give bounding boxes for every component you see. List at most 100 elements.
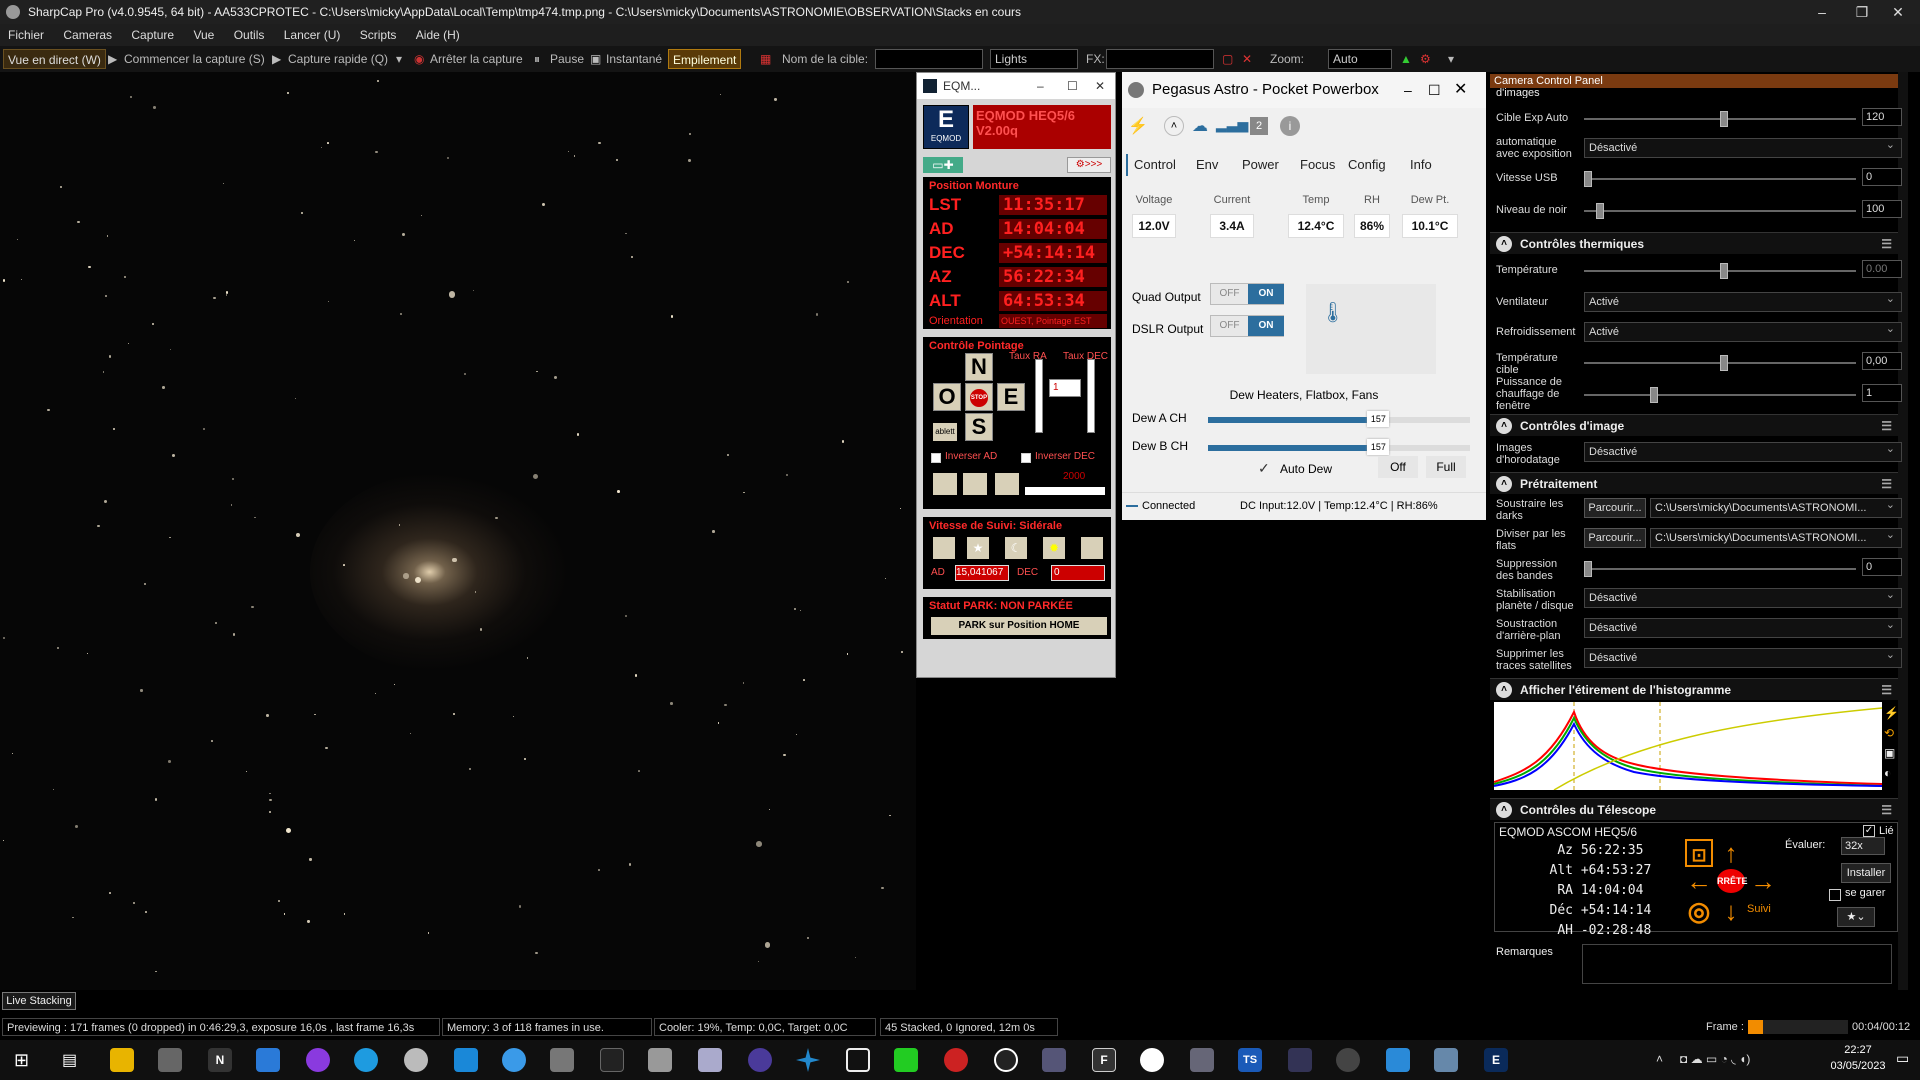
notifications-icon[interactable]: ▭ — [1896, 1050, 1909, 1067]
evaluate-select[interactable]: 32x — [1841, 837, 1885, 855]
heater-power-slider[interactable] — [1584, 387, 1856, 403]
darks-browse-button[interactable]: Parcourir... — [1584, 498, 1646, 518]
hamburger-icon[interactable]: ☰ — [1881, 679, 1892, 701]
eqmod-close-button[interactable]: ✕ — [1095, 73, 1105, 99]
crosshair-icon[interactable]: ✕ — [1242, 49, 1252, 69]
flats-browse-button[interactable]: Parcourir... — [1584, 528, 1646, 548]
black-level-value[interactable]: 100 — [1862, 200, 1902, 218]
dslr-output-toggle[interactable]: OFF ON — [1210, 315, 1284, 337]
stop-capture-button[interactable]: Arrêter la capture — [430, 49, 523, 69]
sharpcap-task-icon[interactable] — [550, 1048, 574, 1072]
menu-cameras[interactable]: Cameras — [55, 24, 120, 46]
track-label[interactable]: Suivi — [1747, 903, 1771, 915]
dropdown-arrow-icon[interactable]: ▾ — [396, 49, 402, 69]
stop-button[interactable]: STOP — [965, 383, 993, 411]
live-stacking-tab[interactable]: Live Stacking — [2, 992, 76, 1010]
star-app-icon[interactable] — [796, 1048, 820, 1072]
pegasus-close-button[interactable]: ✕ — [1454, 72, 1467, 108]
hamburger-icon[interactable]: ☰ — [1881, 799, 1892, 821]
target-name-input[interactable] — [875, 49, 983, 69]
quad-output-toggle[interactable]: OFF ON — [1210, 283, 1284, 305]
spiral-button[interactable] — [995, 473, 1019, 495]
speed-slider[interactable] — [1025, 487, 1105, 495]
clock-date[interactable]: 03/05/2023 — [1824, 1060, 1892, 1072]
zoom-select[interactable]: Auto — [1328, 49, 1392, 69]
histogram-chart[interactable] — [1494, 702, 1882, 790]
arrow-right-icon[interactable]: → — [1749, 867, 1777, 895]
banding-slider[interactable] — [1584, 561, 1856, 577]
tab-env[interactable]: Env — [1196, 157, 1218, 172]
weather-icon[interactable]: ☁ — [1192, 116, 1208, 136]
toolbar-more-icon[interactable]: ▾ — [1448, 49, 1454, 69]
collapse-icon[interactable]: ˄ — [1496, 682, 1512, 698]
park-checkbox[interactable] — [1829, 889, 1841, 901]
fan-select[interactable]: Activé — [1584, 290, 1902, 312]
auto-exp-target-value[interactable]: 120 — [1862, 108, 1902, 126]
banding-value[interactable]: 0 — [1862, 558, 1902, 576]
target-temp-slider[interactable] — [1584, 355, 1856, 371]
scope-stop-button[interactable]: RRÊTE — [1717, 869, 1748, 893]
start-capture-button[interactable]: Commencer la capture (S) — [124, 49, 265, 69]
app-icon-22[interactable] — [1190, 1048, 1214, 1072]
tab-info[interactable]: Info — [1410, 157, 1432, 172]
star-goto-button[interactable]: ★⌄ — [1837, 907, 1875, 927]
tray-chevron-icon[interactable]: ˄ — [1656, 1052, 1663, 1066]
live-view-button[interactable]: Vue en direct (W) — [3, 49, 106, 69]
stacking-button[interactable]: Empilement — [668, 49, 742, 69]
save-icon[interactable]: ▣ — [1884, 746, 1895, 760]
arrow-up-icon[interactable]: ↑ — [1717, 839, 1745, 867]
target-temp-thumb[interactable] — [1720, 355, 1728, 371]
app-icon-12[interactable] — [698, 1048, 722, 1072]
menu-aide[interactable]: Aide (H) — [408, 24, 468, 46]
remarks-field[interactable] — [1582, 944, 1892, 984]
image-section-header[interactable]: ˄ Contrôles d'image ☰ — [1490, 414, 1898, 436]
tablet-button[interactable]: ablett — [933, 423, 957, 441]
menu-capture[interactable]: Capture — [123, 24, 182, 46]
stellarium-icon[interactable] — [748, 1048, 772, 1072]
file-explorer-icon[interactable] — [110, 1048, 134, 1072]
menu-lancer[interactable]: Lancer (U) — [276, 24, 349, 46]
preprocess-section-header[interactable]: ˄ Prétraitement ☰ — [1490, 472, 1898, 494]
quick-capture-button[interactable]: Capture rapide (Q) — [288, 49, 388, 69]
auto-exp-target-thumb[interactable] — [1720, 111, 1728, 127]
eqmod-maximize-button[interactable]: ☐ — [1067, 73, 1078, 99]
chevron-up-icon[interactable]: ˄ — [1164, 116, 1184, 136]
app-icon-17[interactable] — [944, 1048, 968, 1072]
heater-power-thumb[interactable] — [1650, 387, 1658, 403]
app-icon-19[interactable] — [1042, 1048, 1066, 1072]
binoculars-button[interactable] — [933, 473, 957, 495]
invert-ad-checkbox[interactable] — [931, 453, 941, 463]
rate-select[interactable]: 1 — [1049, 379, 1081, 397]
rate-ra-slider[interactable] — [1035, 359, 1043, 433]
app-icon-7[interactable] — [454, 1048, 478, 1072]
signal-icon[interactable]: ▂▃▅ — [1216, 116, 1248, 133]
linked-checkbox[interactable]: ✓ — [1863, 825, 1875, 837]
collapse-icon[interactable]: ˄ — [1496, 236, 1512, 252]
menu-scripts[interactable]: Scripts — [352, 24, 405, 46]
settings-app-icon[interactable] — [158, 1048, 182, 1072]
plug-icon[interactable]: ⚡ — [1128, 116, 1148, 136]
lunar-moon-icon[interactable]: ☾ — [1005, 537, 1027, 559]
info-icon[interactable]: i — [1280, 116, 1300, 136]
start-button[interactable]: ⊞ — [14, 1050, 29, 1071]
collapse-icon[interactable]: ˄ — [1496, 802, 1512, 818]
contrast-icon[interactable]: ◐ — [1884, 766, 1891, 780]
solar-sun-icon[interactable]: ✹ — [1043, 537, 1065, 559]
south-button[interactable]: S — [965, 413, 993, 441]
dew-a-slider[interactable]: 157 — [1208, 411, 1470, 427]
park-home-button[interactable]: PARK sur Position HOME — [931, 617, 1107, 635]
west-button[interactable]: O — [933, 383, 961, 411]
app-icon-26[interactable] — [1386, 1048, 1410, 1072]
auto-dew-checkbox[interactable]: ✓ — [1258, 460, 1270, 477]
black-level-thumb[interactable] — [1596, 203, 1604, 219]
notion-icon[interactable]: N — [208, 1048, 232, 1072]
mail-icon[interactable] — [256, 1048, 280, 1072]
eqmod-minimize-button[interactable]: – — [1037, 73, 1044, 99]
hamburger-icon[interactable]: ☰ — [1881, 415, 1892, 437]
app-icon-10[interactable] — [600, 1048, 624, 1072]
hamburger-icon[interactable]: ☰ — [1881, 473, 1892, 495]
eqmod-task-icon[interactable]: E — [1484, 1048, 1508, 1072]
pegasus-maximize-button[interactable]: ☐ — [1428, 72, 1441, 108]
fx-select[interactable] — [1106, 49, 1214, 69]
app-icon-6[interactable] — [404, 1048, 428, 1072]
